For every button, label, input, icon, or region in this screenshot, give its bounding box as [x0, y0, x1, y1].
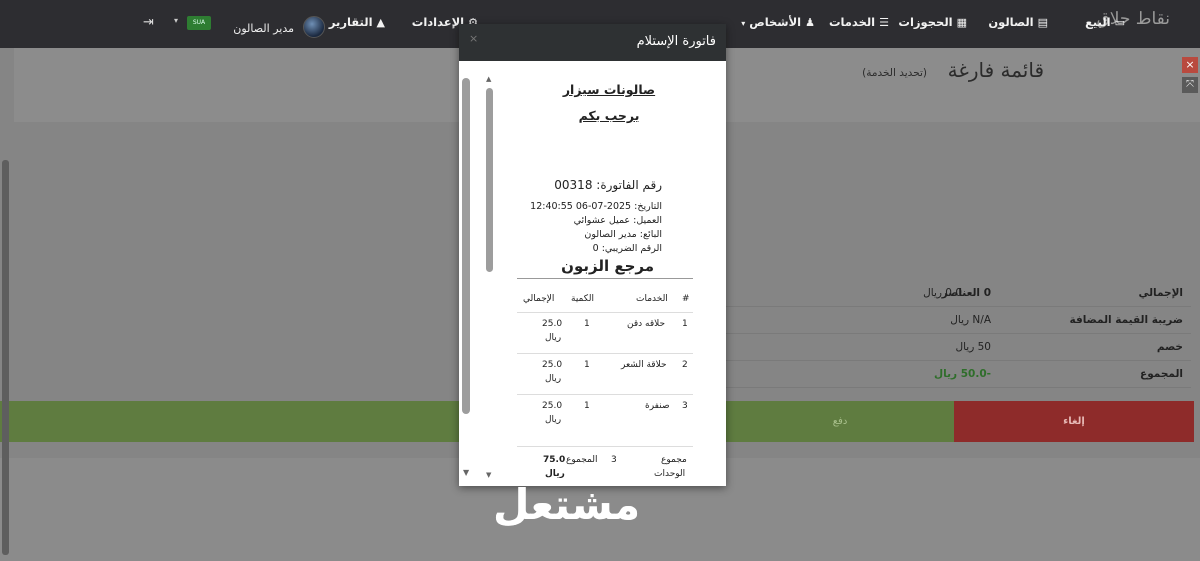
row-service: حلاقه دقن [627, 319, 666, 329]
summary-row-total: الإجمالي 0 العناصر 0.0 ريال [726, 279, 1191, 307]
nav-bookings[interactable]: ▦الحجوزات [898, 15, 967, 29]
divider [517, 312, 693, 313]
sum-currency: ريال [545, 469, 565, 479]
invoice-tax-number: الرقم الضريبي: 0 [592, 243, 662, 254]
welcome-text: يرحب بكم [578, 108, 640, 123]
row-total: 25.0 [542, 360, 563, 370]
scroll-up-icon[interactable]: ▲ [486, 75, 491, 83]
row-currency: ريال [545, 374, 562, 384]
row-total: 25.0 [542, 319, 563, 329]
summary-row-grand-total: المجموع -50.0 ريال [726, 360, 1191, 388]
page-title: قائمة فارغة [947, 58, 1044, 82]
receipt-modal: فاتورة الإستلام × ▼ ▲ ▼ صالونات سيزار ير… [459, 24, 726, 486]
page-subtitle: (تحديد الخدمة) [862, 67, 927, 79]
col-qty: الكمية [571, 294, 594, 304]
col-service: الخدمات [636, 294, 668, 304]
row-service: صنفرة [645, 401, 670, 411]
units-label: مجموع [661, 455, 687, 465]
close-icon[interactable]: × [469, 32, 478, 45]
scroll-down-icon[interactable]: ▼ [463, 468, 469, 477]
receipt-content: صالونات سيزار يرحب بكم رقم الفاتورة: 003… [503, 61, 715, 486]
sum-value: 75.0 [543, 455, 566, 465]
users-icon: ♟ [805, 16, 815, 29]
nav-services[interactable]: ☰الخدمات [829, 15, 889, 29]
invoice-date: التاريخ: 2025-07-06 12:40:55 [530, 201, 662, 212]
chevron-down-icon: ▾ [741, 19, 746, 28]
divider [517, 353, 693, 354]
col-num: # [682, 294, 690, 304]
calendar-icon: ▦ [956, 16, 967, 29]
nav-sell[interactable]: ▭البيع [1085, 15, 1125, 29]
row-qty: 1 [584, 360, 590, 370]
store-icon: ▤ [1037, 16, 1048, 29]
nav-people[interactable]: ♟الأشخاص ▾ [741, 15, 815, 29]
cancel-button[interactable]: إلغاء [954, 401, 1194, 442]
list-icon: ☰ [879, 16, 889, 29]
customer-reference: مرجع الزبون [561, 257, 654, 275]
scroll-down-icon[interactable]: ▼ [486, 471, 491, 479]
invoice-customer: العميل: عميل عشوائي [573, 215, 662, 226]
row-num: 2 [682, 360, 688, 370]
modal-scrollbar[interactable] [462, 78, 470, 414]
chart-icon: ▲ [376, 16, 385, 29]
divider [517, 394, 693, 395]
user-name[interactable]: مدير الصالون [233, 22, 294, 35]
nav-reports[interactable]: ▲التقارير [329, 15, 385, 29]
row-currency: ريال [545, 415, 562, 425]
page-scrollbar[interactable] [2, 160, 9, 555]
modal-title: فاتورة الإستلام [636, 34, 716, 49]
divider [517, 278, 693, 279]
row-qty: 1 [584, 401, 590, 411]
invoice-number: رقم الفاتورة: 00318 [554, 178, 662, 192]
row-num: 3 [682, 401, 688, 411]
logout-icon[interactable]: ⇥ [143, 15, 154, 30]
row-qty: 1 [584, 319, 590, 329]
nav-salon[interactable]: ▤الصالون [988, 15, 1048, 29]
pay-button[interactable]: دفع [726, 401, 954, 442]
sum-label: المجموع [566, 455, 598, 465]
divider [517, 446, 693, 447]
row-num: 1 [682, 319, 688, 329]
shop-name: صالونات سيزار [562, 82, 656, 97]
language-flag[interactable]: SUA [187, 16, 211, 30]
row-service: حلاقة الشعر [621, 360, 667, 370]
row-currency: ريال [545, 333, 562, 343]
units-value: 3 [611, 455, 617, 465]
chevron-down-icon[interactable]: ▾ [174, 16, 178, 25]
summary-row-vat: ضريبة القيمة المضافة N/A ريال [726, 306, 1191, 334]
avatar[interactable] [303, 16, 325, 38]
watermark-logo: مشتعل [493, 480, 641, 529]
invoice-seller: البائع: مدير الصالون [584, 229, 662, 240]
row-total: 25.0 [542, 401, 563, 411]
receipt-scrollbar[interactable] [486, 88, 493, 272]
close-icon[interactable]: × [1182, 57, 1198, 73]
col-total: الإجمالي [523, 294, 555, 304]
units-label: الوحدات [654, 469, 686, 479]
modal-header: فاتورة الإستلام × [459, 24, 726, 61]
expand-icon[interactable]: ⤧ [1182, 77, 1198, 93]
summary-row-discount: خصم 50 ريال [726, 333, 1191, 361]
cash-register-icon: ▭ [1114, 16, 1125, 29]
